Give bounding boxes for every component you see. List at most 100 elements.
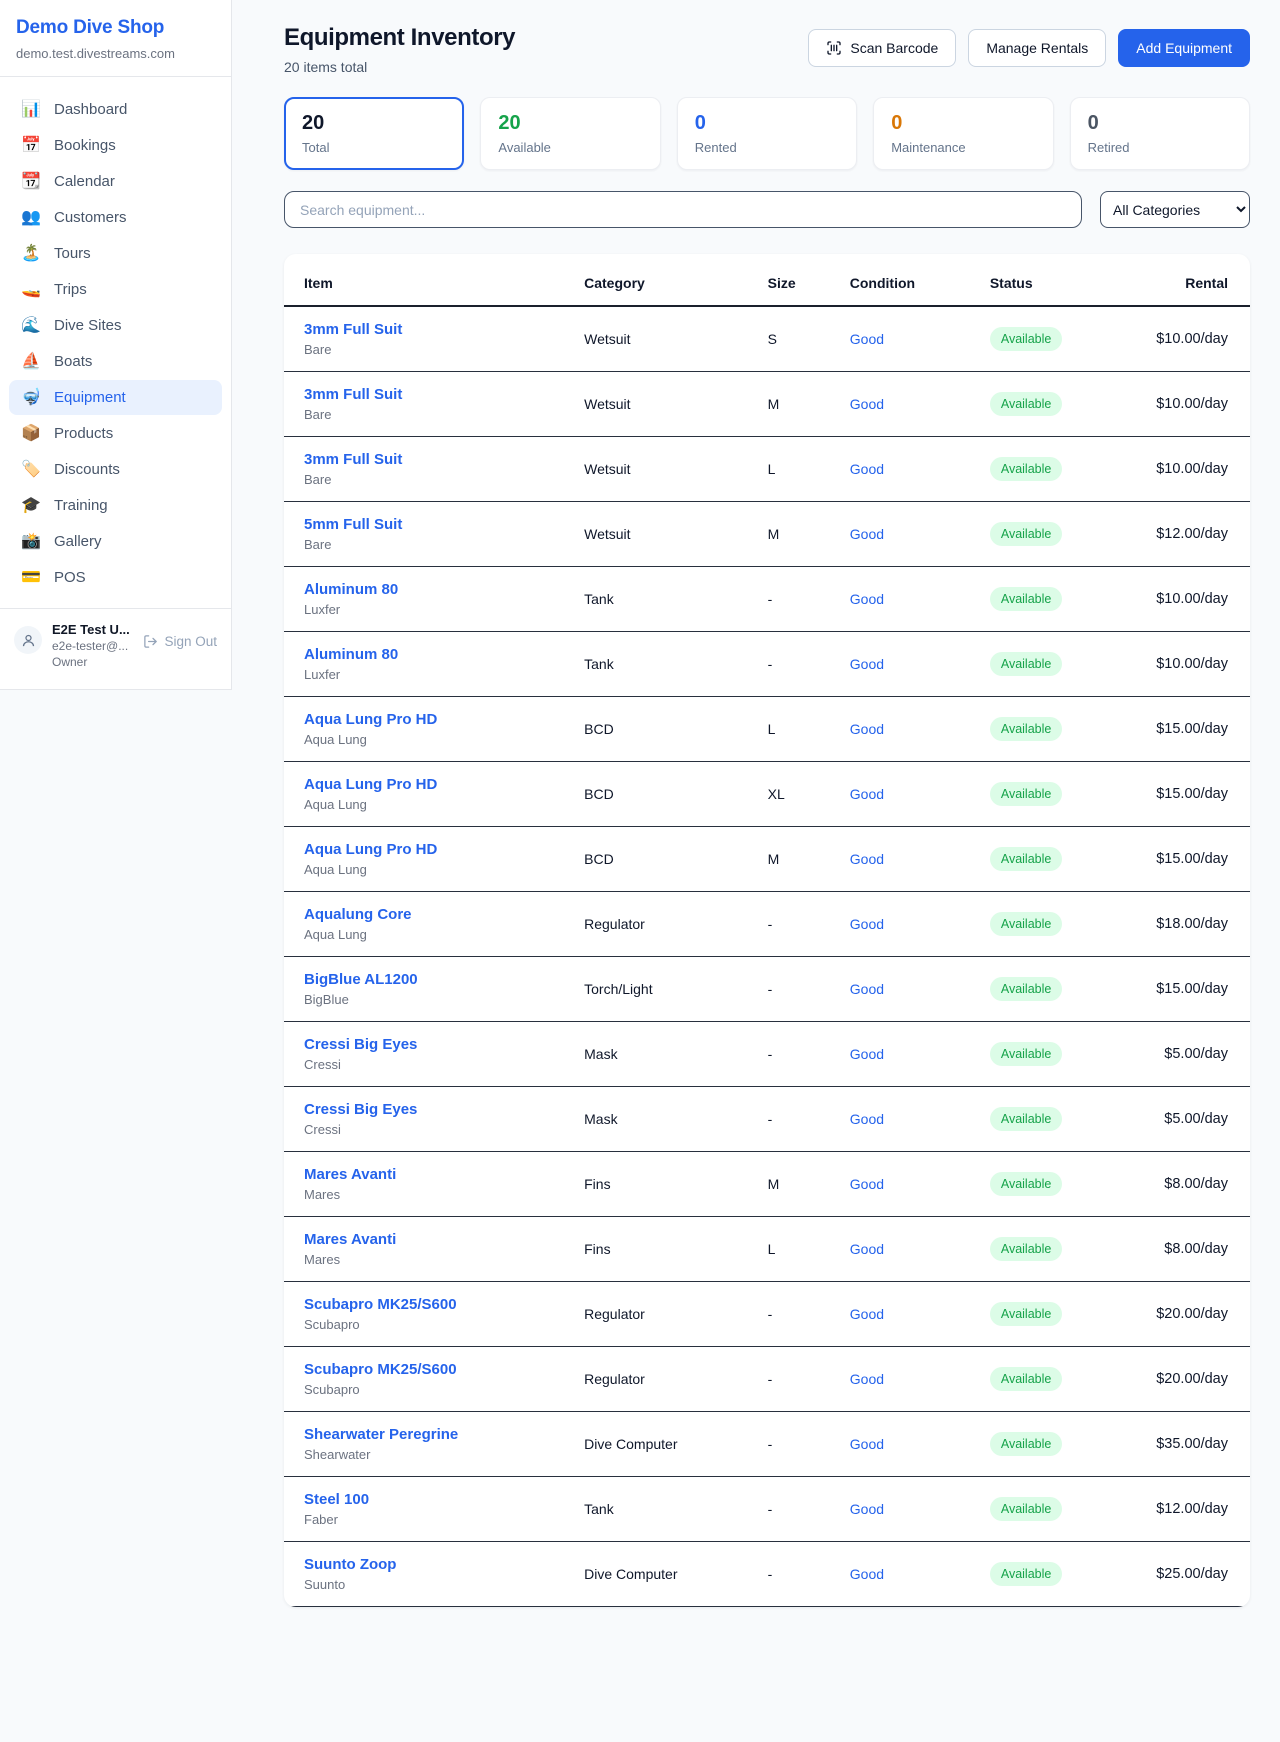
- stat-card[interactable]: 0 Maintenance: [873, 97, 1053, 170]
- sidebar-item-tours[interactable]: 🏝️ Tours: [9, 236, 222, 271]
- sidebar-item-label: Gallery: [54, 533, 102, 550]
- item-category: Dive Computer: [564, 1412, 748, 1477]
- status-badge: Available: [990, 587, 1063, 611]
- sidebar-item-discounts[interactable]: 🏷️ Discounts: [9, 452, 222, 487]
- sidebar-item-trips[interactable]: 🚤 Trips: [9, 272, 222, 307]
- item-category: BCD: [564, 762, 748, 827]
- item-name-link[interactable]: Mares Avanti: [304, 1166, 564, 1183]
- item-condition-link[interactable]: Good: [830, 306, 970, 372]
- sidebar-item-equipment[interactable]: 🤿 Equipment: [9, 380, 222, 415]
- table-row: Scubapro MK25/S600 Scubapro Regulator - …: [284, 1347, 1250, 1412]
- item-rental-rate: $10.00/day: [1095, 372, 1250, 437]
- item-name-link[interactable]: Aluminum 80: [304, 581, 564, 598]
- item-name-link[interactable]: Cressi Big Eyes: [304, 1101, 564, 1118]
- item-name-link[interactable]: Aluminum 80: [304, 646, 564, 663]
- item-rental-rate: $15.00/day: [1095, 827, 1250, 892]
- sidebar-item-dive-sites[interactable]: 🌊 Dive Sites: [9, 308, 222, 343]
- sidebar-item-customers[interactable]: 👥 Customers: [9, 200, 222, 235]
- stat-label: Maintenance: [891, 140, 1035, 155]
- stat-card[interactable]: 20 Available: [480, 97, 660, 170]
- item-condition-link[interactable]: Good: [830, 1347, 970, 1412]
- item-rental-rate: $25.00/day: [1095, 1542, 1250, 1607]
- stat-value: 20: [498, 112, 642, 135]
- item-size: L: [748, 697, 830, 762]
- island-icon: 🏝️: [21, 246, 41, 262]
- item-name-link[interactable]: Scubapro MK25/S600: [304, 1296, 564, 1313]
- item-condition-link[interactable]: Good: [830, 437, 970, 502]
- item-name-link[interactable]: Steel 100: [304, 1491, 564, 1508]
- sidebar-item-boats[interactable]: ⛵ Boats: [9, 344, 222, 379]
- item-category: Tank: [564, 632, 748, 697]
- sidebar-item-calendar[interactable]: 📆 Calendar: [9, 164, 222, 199]
- item-condition-link[interactable]: Good: [830, 957, 970, 1022]
- item-condition-link[interactable]: Good: [830, 567, 970, 632]
- item-condition-link[interactable]: Good: [830, 632, 970, 697]
- item-brand: Luxfer: [304, 602, 564, 617]
- item-condition-link[interactable]: Good: [830, 1022, 970, 1087]
- item-name-link[interactable]: 5mm Full Suit: [304, 516, 564, 533]
- item-condition-link[interactable]: Good: [830, 762, 970, 827]
- item-rental-rate: $20.00/day: [1095, 1282, 1250, 1347]
- category-select[interactable]: All Categories: [1100, 191, 1250, 228]
- item-name-link[interactable]: Suunto Zoop: [304, 1556, 564, 1573]
- item-condition-link[interactable]: Good: [830, 1282, 970, 1347]
- sidebar-item-label: Tours: [54, 245, 91, 262]
- sidebar-item-dashboard[interactable]: 📊 Dashboard: [9, 92, 222, 127]
- item-name-link[interactable]: 3mm Full Suit: [304, 451, 564, 468]
- item-condition-link[interactable]: Good: [830, 372, 970, 437]
- item-size: -: [748, 892, 830, 957]
- stat-card[interactable]: 0 Rented: [677, 97, 857, 170]
- item-rental-rate: $15.00/day: [1095, 697, 1250, 762]
- item-condition-link[interactable]: Good: [830, 1152, 970, 1217]
- people-icon: 👥: [21, 210, 41, 226]
- item-name-link[interactable]: Aqualung Core: [304, 906, 564, 923]
- camera-icon: 📸: [21, 534, 41, 550]
- item-condition-link[interactable]: Good: [830, 892, 970, 957]
- items-total-count: 20 items total: [284, 59, 515, 75]
- item-name-link[interactable]: Aqua Lung Pro HD: [304, 711, 564, 728]
- scan-barcode-button[interactable]: Scan Barcode: [808, 29, 956, 67]
- item-name-link[interactable]: 3mm Full Suit: [304, 321, 564, 338]
- scan-barcode-label: Scan Barcode: [850, 40, 938, 56]
- item-name-link[interactable]: Cressi Big Eyes: [304, 1036, 564, 1053]
- item-name-link[interactable]: Aqua Lung Pro HD: [304, 841, 564, 858]
- sidebar-item-products[interactable]: 📦 Products: [9, 416, 222, 451]
- item-name-link[interactable]: BigBlue AL1200: [304, 971, 564, 988]
- sidebar-item-gallery[interactable]: 📸 Gallery: [9, 524, 222, 559]
- item-name-link[interactable]: 3mm Full Suit: [304, 386, 564, 403]
- sailboat-icon: ⛵: [21, 354, 41, 370]
- item-condition-link[interactable]: Good: [830, 1217, 970, 1282]
- status-badge: Available: [990, 392, 1063, 416]
- item-name-link[interactable]: Shearwater Peregrine: [304, 1426, 564, 1443]
- stat-card[interactable]: 20 Total: [284, 97, 464, 170]
- brand-title[interactable]: Demo Dive Shop: [16, 17, 215, 39]
- item-condition-link[interactable]: Good: [830, 1477, 970, 1542]
- search-input[interactable]: [284, 191, 1082, 228]
- item-category: Wetsuit: [564, 372, 748, 437]
- item-name-link[interactable]: Aqua Lung Pro HD: [304, 776, 564, 793]
- sidebar-item-pos[interactable]: 💳 POS: [9, 560, 222, 595]
- table-row: Aqua Lung Pro HD Aqua Lung BCD XL Good A…: [284, 762, 1250, 827]
- item-rental-rate: $5.00/day: [1095, 1022, 1250, 1087]
- stat-value: 20: [302, 112, 446, 135]
- sidebar-item-label: Discounts: [54, 461, 120, 478]
- item-name-link[interactable]: Mares Avanti: [304, 1231, 564, 1248]
- status-badge: Available: [990, 977, 1063, 1001]
- manage-rentals-button[interactable]: Manage Rentals: [968, 29, 1106, 67]
- sidebar-item-training[interactable]: 🎓 Training: [9, 488, 222, 523]
- sidebar-item-bookings[interactable]: 📅 Bookings: [9, 128, 222, 163]
- item-condition-link[interactable]: Good: [830, 1542, 970, 1607]
- stat-value: 0: [891, 112, 1035, 135]
- item-condition-link[interactable]: Good: [830, 1087, 970, 1152]
- item-condition-link[interactable]: Good: [830, 502, 970, 567]
- add-equipment-button[interactable]: Add Equipment: [1118, 29, 1250, 67]
- item-name-link[interactable]: Scubapro MK25/S600: [304, 1361, 564, 1378]
- item-condition-link[interactable]: Good: [830, 1412, 970, 1477]
- barcode-scan-icon: [826, 40, 842, 56]
- status-badge: Available: [990, 782, 1063, 806]
- item-category: BCD: [564, 697, 748, 762]
- sign-out-button[interactable]: Sign Out: [143, 634, 217, 649]
- stat-card[interactable]: 0 Retired: [1070, 97, 1250, 170]
- item-condition-link[interactable]: Good: [830, 697, 970, 762]
- item-condition-link[interactable]: Good: [830, 827, 970, 892]
